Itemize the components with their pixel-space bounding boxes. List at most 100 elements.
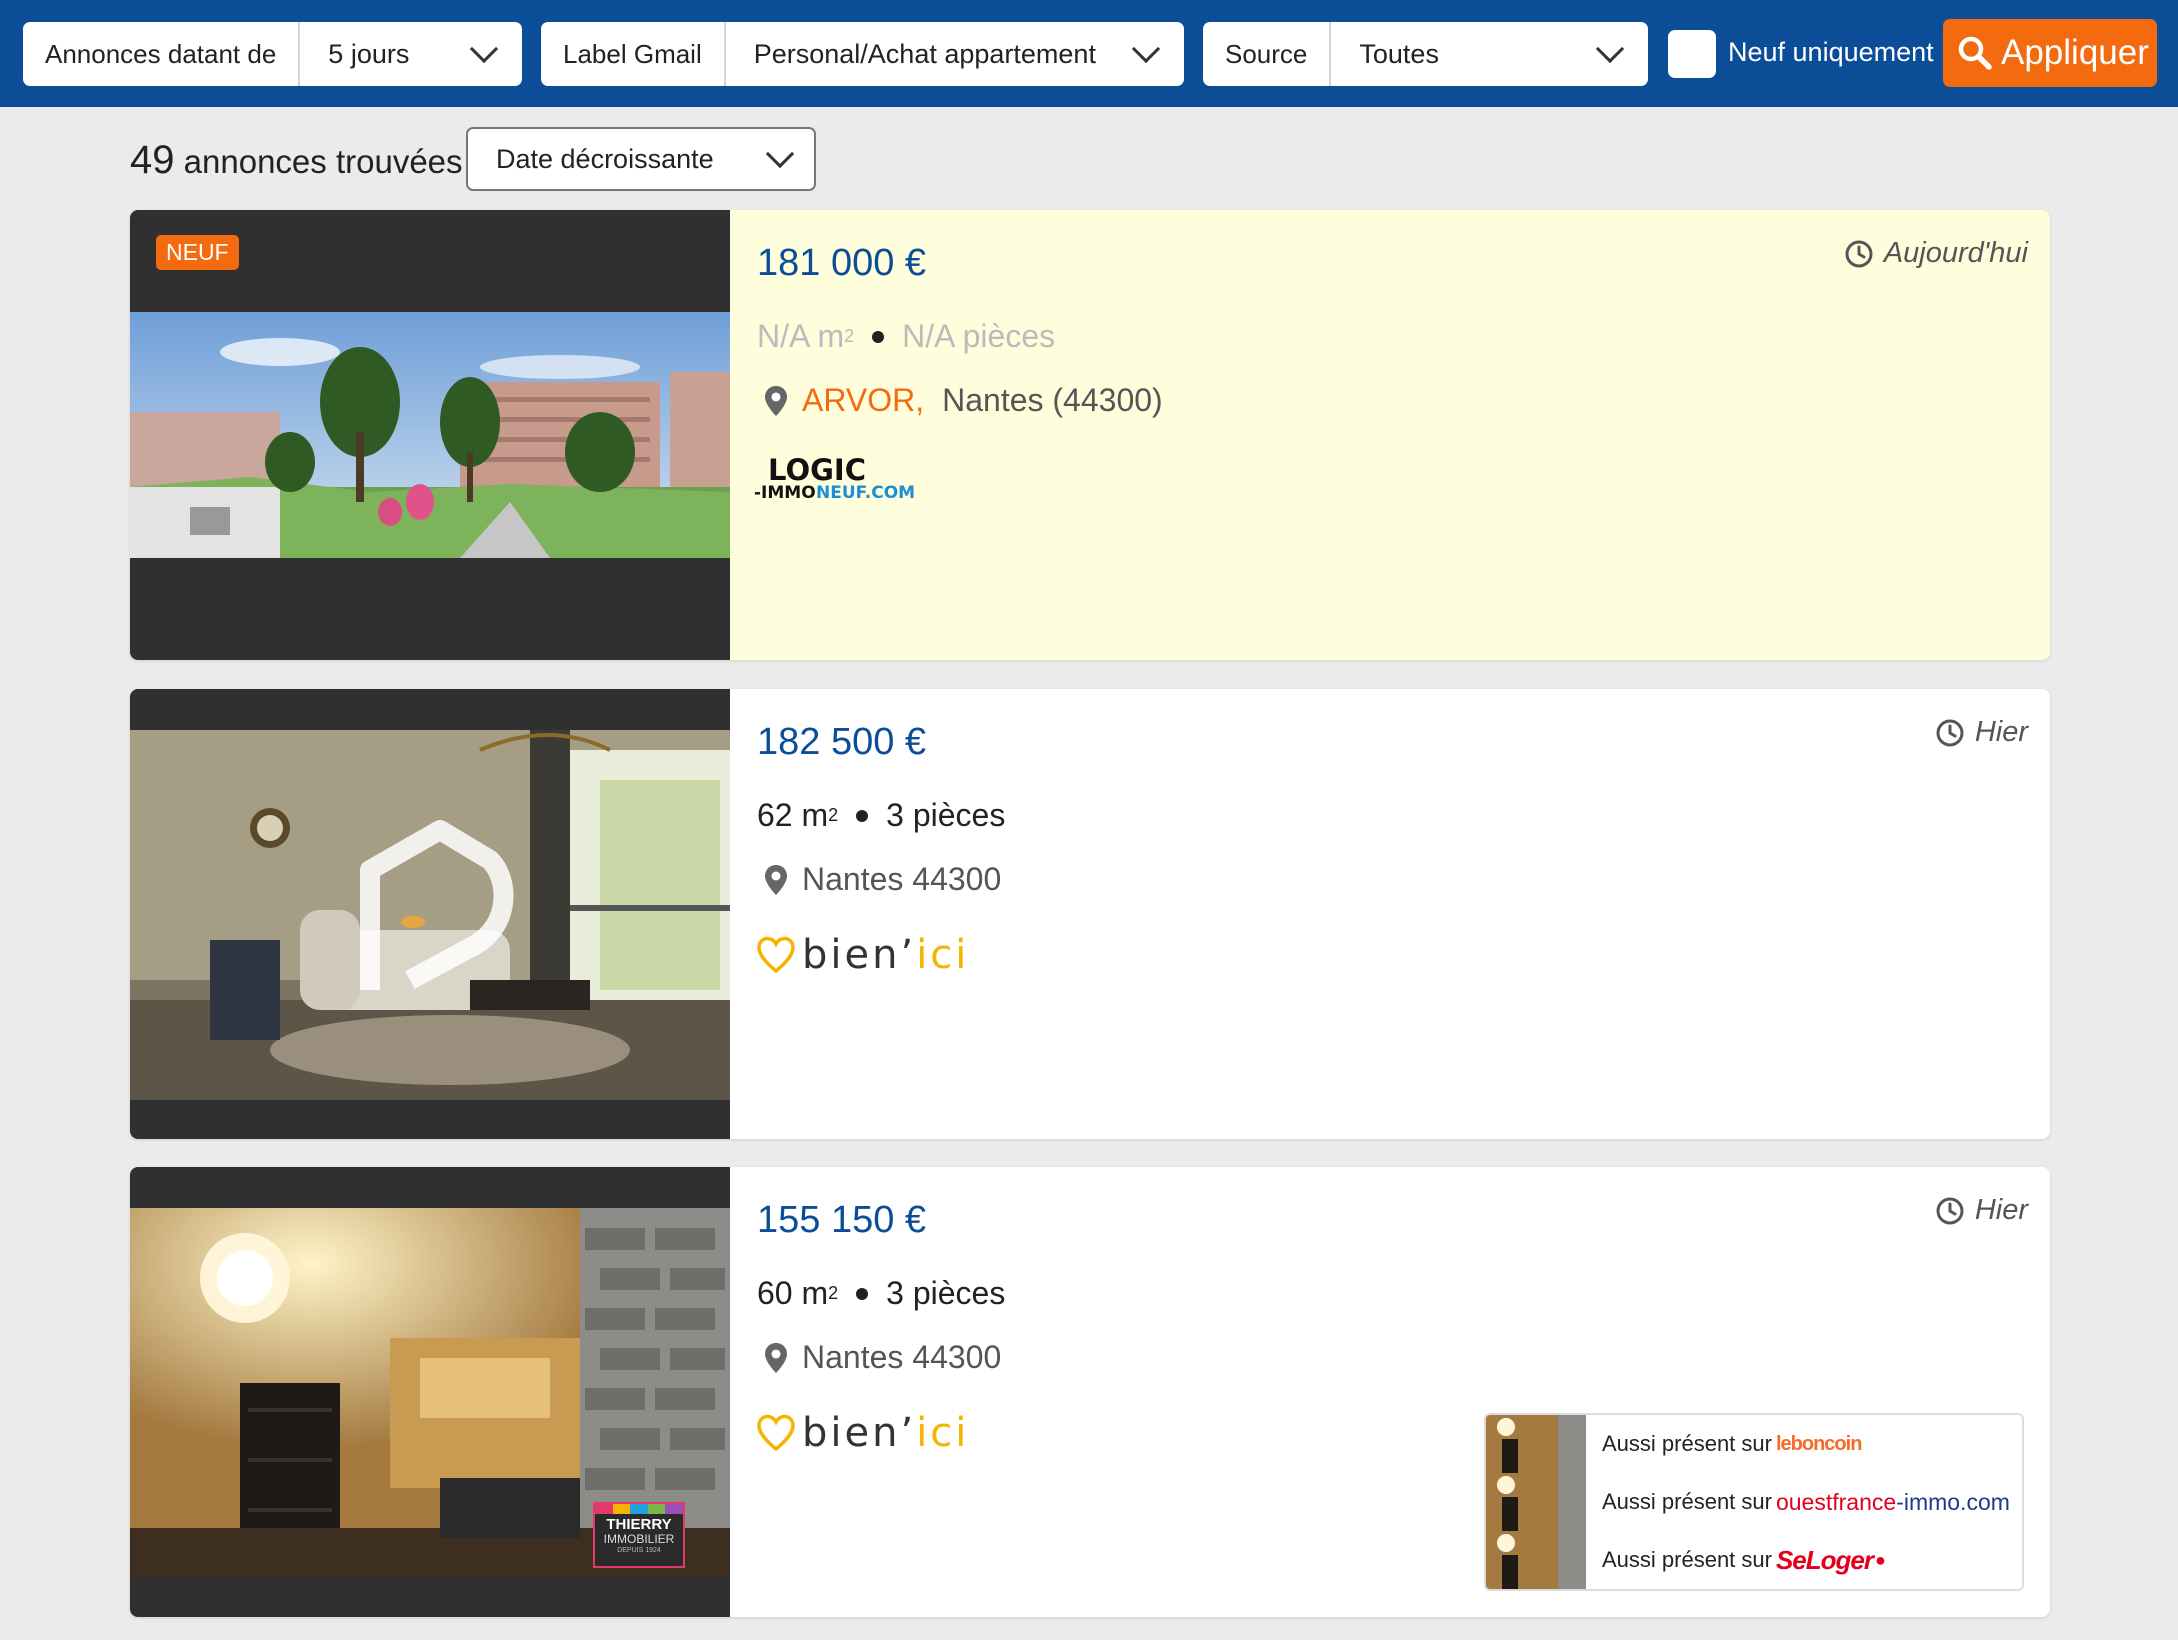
new-only-label[interactable]: Neuf uniquement: [1728, 37, 1934, 68]
results-count-label: annonces trouvées: [183, 143, 463, 180]
agency-logo-line1: THIERRY: [606, 1516, 672, 1533]
listing-photo[interactable]: [130, 689, 730, 1139]
clock-icon: [1936, 719, 1964, 746]
map-pin-icon: [765, 1342, 787, 1373]
leboncoin-logo: leboncoin: [1775, 1432, 1862, 1455]
also-present-text: Aussi présent sur: [1602, 1489, 1772, 1514]
bienici-logo-part2: ici: [916, 932, 970, 978]
listing-specs: N/A m2 N/A pièces: [757, 318, 1055, 355]
logic-logo-line1: LOGIC: [768, 453, 866, 487]
date-filter-label: Annonces datant de: [23, 22, 301, 86]
listing-specs: 60 m2 3 pièces: [757, 1275, 1005, 1312]
bienici-logo: bien’ ici: [756, 1410, 969, 1456]
also-present-item[interactable]: Aussi présent sur ouestfrance -immo.com: [1486, 1473, 2022, 1531]
new-badge: NEUF: [156, 235, 239, 270]
gmail-label-filter[interactable]: Label Gmail Personal/Achat appartement: [541, 22, 1184, 86]
also-present-thumbnail: [1486, 1531, 1586, 1589]
listing-rooms: 3 pièces: [886, 797, 1006, 833]
search-icon: [1958, 36, 1992, 70]
listing-photo[interactable]: THIERRY IMMOBILIER DEPUIS 1924: [130, 1167, 730, 1617]
location-text: Nantes 44300: [802, 1339, 1002, 1375]
listing-rooms: 3 pièces: [886, 1275, 1006, 1311]
also-present-text: Aussi présent sur: [1602, 1431, 1772, 1456]
listing-area: 62 m: [757, 797, 829, 833]
also-present-text: Aussi présent sur: [1602, 1547, 1772, 1572]
chevron-down-icon: [1131, 34, 1161, 64]
building-photo: [130, 312, 730, 558]
filter-bar: Annonces datant de 5 jours Label Gmail P…: [0, 0, 2178, 107]
location-text: Nantes 44300: [802, 861, 1002, 897]
bienici-logo-part1: bien’: [802, 932, 917, 978]
source-filter-select[interactable]: Toutes: [1331, 34, 1648, 70]
listing-specs: 62 m2 3 pièces: [757, 797, 1005, 834]
date-filter-value: 5 jours: [328, 38, 410, 69]
ouestfrance-logo-part2: -immo.com: [1896, 1488, 2010, 1515]
location-brand: ARVOR,: [802, 382, 925, 418]
clock-icon: [1936, 1197, 1964, 1224]
square-sup: 2: [844, 326, 855, 346]
square-sup: 2: [828, 805, 839, 825]
source-filter[interactable]: Source Toutes: [1203, 22, 1648, 86]
gmail-filter-label: Label Gmail: [541, 22, 726, 86]
square-sup: 2: [828, 1283, 839, 1303]
listing-rooms: N/A pièces: [902, 318, 1056, 354]
separator-dot: [872, 330, 885, 343]
thierry-immobilier-logo: THIERRY IMMOBILIER DEPUIS 1924: [593, 1502, 685, 1568]
listing-card[interactable]: NEUF 181 000 € Aujourd'hui N/A m 2 N/A p…: [130, 210, 2050, 660]
listing-date-text: Aujourd'hui: [1883, 237, 2028, 269]
clock-icon: [1845, 240, 1873, 267]
map-pin-icon: [765, 385, 787, 416]
source-filter-label: Source: [1203, 22, 1332, 86]
listing-location: Nantes 44300: [764, 1339, 1001, 1376]
living-room-photo: [130, 730, 730, 1100]
sort-select[interactable]: Date décroissante: [466, 127, 816, 191]
heart-icon: [757, 1414, 795, 1452]
also-present-list: Aussi présent sur leboncoin Aussi présen…: [1484, 1413, 2024, 1591]
also-present-item[interactable]: Aussi présent sur leboncoin: [1486, 1415, 2022, 1473]
listing-date: Hier: [1935, 1194, 2028, 1227]
logic-logo-line2a: -IMMO: [754, 483, 816, 503]
seloger-logo: SeLoger: [1775, 1544, 1874, 1575]
listing-card[interactable]: 182 500 € Hier 62 m2 3 pièces Nantes 443…: [130, 689, 2050, 1139]
listing-date: Hier: [1935, 716, 2028, 749]
chevron-down-icon: [1595, 34, 1625, 64]
bienici-logo-part1: bien’: [802, 1410, 917, 1456]
ouestfrance-logo-part1: ouestfrance: [1775, 1488, 1897, 1515]
heart-icon: [757, 936, 795, 974]
results-count: 49 annonces trouvées: [130, 138, 463, 183]
chevron-down-icon: [469, 34, 499, 64]
source-filter-value: Toutes: [1359, 38, 1439, 69]
agency-logo-line3: DEPUIS 1924: [617, 1547, 661, 1554]
location-text: Nantes (44300): [942, 382, 1163, 418]
map-pin-icon: [765, 864, 787, 895]
gmail-filter-value: Personal/Achat appartement: [753, 38, 1096, 69]
separator-dot: [856, 1287, 869, 1300]
agency-logo-line2: IMMOBILIER: [603, 1532, 675, 1546]
apply-button[interactable]: Appliquer: [1943, 19, 2157, 87]
listing-area: N/A m: [757, 318, 845, 354]
listing-date-text: Hier: [1974, 1194, 2028, 1226]
logic-immo-logo: LOGIC -IMMO NEUF.COM: [754, 453, 915, 503]
listing-date-text: Hier: [1974, 716, 2028, 748]
also-present-item[interactable]: Aussi présent sur SeLoger ●: [1486, 1531, 2022, 1589]
listing-photo[interactable]: NEUF: [130, 210, 730, 660]
bienici-logo-part2: ici: [916, 1410, 970, 1456]
date-filter[interactable]: Annonces datant de 5 jours: [23, 22, 522, 86]
also-present-thumbnail: [1486, 1415, 1586, 1473]
listing-area: 60 m: [757, 1275, 829, 1311]
new-only-checkbox[interactable]: [1668, 30, 1716, 78]
results-count-number: 49: [130, 138, 175, 182]
separator-dot: [856, 809, 869, 822]
listing-price: 155 150 €: [757, 1199, 927, 1241]
date-filter-select[interactable]: 5 jours: [300, 34, 522, 70]
sort-value: Date décroissante: [496, 143, 714, 174]
gmail-filter-select[interactable]: Personal/Achat appartement: [726, 34, 1184, 70]
also-present-thumbnail: [1486, 1473, 1586, 1531]
logic-logo-line2b: NEUF.COM: [816, 483, 915, 503]
listing-price: 182 500 €: [757, 721, 927, 763]
listing-location: Nantes 44300: [764, 861, 1001, 898]
listing-info: 182 500 € Hier 62 m2 3 pièces Nantes 443…: [730, 689, 2050, 1139]
listing-info: 181 000 € Aujourd'hui N/A m2 N/A pièces …: [730, 210, 2050, 660]
seloger-logo-dot: ●: [1875, 1549, 1886, 1570]
listing-date: Aujourd'hui: [1844, 237, 2028, 270]
